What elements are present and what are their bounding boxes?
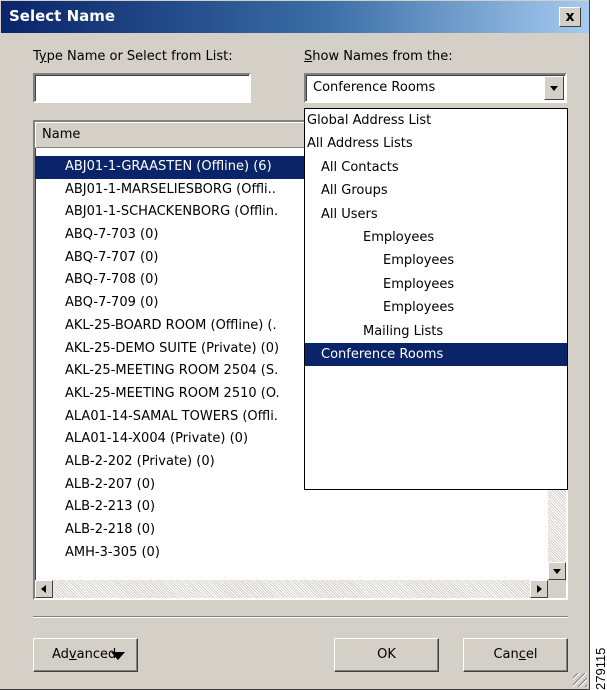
scroll-right-button[interactable]: [530, 580, 548, 598]
address-book-select[interactable]: Conference Rooms: [304, 73, 567, 103]
window-title: Select Name: [9, 7, 116, 25]
cancel-button[interactable]: Cancel: [463, 638, 568, 672]
chevron-down-icon: [111, 652, 125, 660]
type-name-label: Type Name or Select from List:: [33, 49, 233, 64]
dropdown-option[interactable]: All Groups: [305, 179, 567, 202]
dropdown-option[interactable]: Employees: [305, 296, 567, 319]
dropdown-option[interactable]: All Address Lists: [305, 132, 567, 155]
address-book-value: Conference Rooms: [313, 80, 436, 95]
arrow-left-icon: [41, 585, 46, 593]
resize-grip[interactable]: [573, 673, 587, 687]
close-button[interactable]: x: [559, 7, 581, 27]
list-item[interactable]: ABJ01-1-GRAASTEN (Offline) (6): [35, 156, 306, 179]
figure-id: 279115: [593, 647, 607, 690]
scroll-down-button[interactable]: [548, 562, 566, 580]
scrollbar-corner: [548, 580, 566, 598]
divider: [33, 616, 568, 618]
advanced-button[interactable]: Advanced: [33, 638, 138, 672]
dropdown-option[interactable]: All Contacts: [305, 156, 567, 179]
scroll-left-button[interactable]: [35, 580, 53, 598]
horizontal-scrollbar[interactable]: [35, 580, 548, 598]
name-search-input[interactable]: [33, 73, 251, 103]
arrow-right-icon: [537, 585, 542, 593]
select-name-dialog: Select Name x Type Name or Select from L…: [0, 0, 590, 690]
list-item[interactable]: AMH-3-305 (0): [35, 542, 548, 565]
dropdown-option[interactable]: Conference Rooms: [305, 343, 567, 366]
arrow-down-icon: [553, 569, 561, 574]
title-bar[interactable]: Select Name x: [1, 1, 589, 33]
list-item[interactable]: ALB-2-218 (0): [35, 519, 548, 542]
dropdown-option[interactable]: Mailing Lists: [305, 320, 567, 343]
chevron-down-icon: [550, 86, 558, 91]
advanced-label: Advanced: [52, 647, 117, 662]
dropdown-option[interactable]: Employees: [305, 249, 567, 272]
ok-button[interactable]: OK: [334, 638, 439, 672]
dropdown-option[interactable]: Employees: [305, 273, 567, 296]
show-names-label: Show Names from the:: [304, 49, 453, 64]
list-item[interactable]: ALB-2-213 (0): [35, 496, 548, 519]
dropdown-button[interactable]: [544, 76, 564, 100]
column-header-name[interactable]: Name: [35, 122, 305, 148]
address-book-dropdown-list[interactable]: Global Address List All Address Lists All …: [304, 108, 568, 490]
dropdown-option[interactable]: All Users: [305, 203, 567, 226]
dropdown-option[interactable]: Global Address List: [305, 109, 567, 132]
dropdown-option[interactable]: Employees: [305, 226, 567, 249]
